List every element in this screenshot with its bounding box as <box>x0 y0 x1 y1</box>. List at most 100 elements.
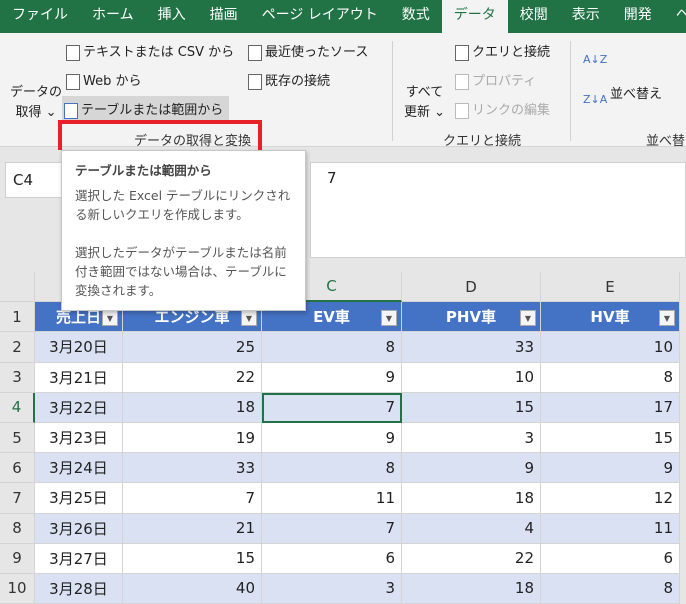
tab[interactable]: 描画 <box>198 0 250 33</box>
table-cell[interactable]: 15 <box>123 543 262 574</box>
recent-sources-button[interactable]: 最近使ったソース <box>248 41 368 61</box>
tab[interactable]: 数式 <box>390 0 442 33</box>
table-cell[interactable]: 15 <box>402 392 541 423</box>
tab[interactable]: 挿入 <box>146 0 198 33</box>
table-cell[interactable]: 3 <box>402 422 541 454</box>
row-header[interactable]: 4 <box>0 392 35 423</box>
filter-dropdown-icon[interactable]: ▼ <box>520 310 536 327</box>
text-csv-button[interactable]: テキストまたは CSV から <box>66 41 234 61</box>
table-cell[interactable]: 3月24日 <box>35 453 123 484</box>
tab[interactable]: ヘ <box>664 0 686 33</box>
sort-button[interactable]: 並べ替え <box>610 83 662 102</box>
table-cell[interactable]: 11 <box>541 513 680 544</box>
web-button[interactable]: Web から <box>66 70 141 90</box>
label: 取得 ⌄ <box>15 105 57 120</box>
table-cell[interactable]: 3月22日 <box>35 392 123 423</box>
table-cell[interactable]: 33 <box>123 453 262 484</box>
tab[interactable]: 表示 <box>560 0 612 33</box>
table-cell[interactable]: 3月21日 <box>35 362 123 393</box>
label: テーブルまたは範囲から <box>81 103 224 118</box>
clock-file-icon <box>248 44 262 61</box>
row-header[interactable]: 3 <box>0 362 35 393</box>
table-cell[interactable]: 3月28日 <box>35 573 123 604</box>
formula-input[interactable]: 7 <box>310 162 686 258</box>
row-header[interactable]: 9 <box>0 543 35 574</box>
tab[interactable]: ファイル <box>0 0 80 33</box>
table-cell[interactable]: 3月23日 <box>35 422 123 454</box>
table-cell[interactable]: 3月20日 <box>35 332 123 363</box>
table-cell[interactable]: 3月27日 <box>35 543 123 574</box>
table-cell[interactable]: 10 <box>541 332 680 363</box>
tooltip-title: テーブルまたは範囲から <box>75 163 212 178</box>
table-cell[interactable]: 3月26日 <box>35 513 123 544</box>
divider <box>570 41 571 141</box>
get-data-button[interactable]: データの 取得 ⌄ <box>10 83 62 123</box>
table-cell[interactable]: 11 <box>262 483 402 514</box>
group-label: 並べ替 <box>646 134 686 149</box>
queries-connections-button[interactable]: クエリと接続 <box>455 41 550 61</box>
sort-az-icon[interactable]: A↓Z <box>583 53 607 66</box>
table-cell[interactable]: 7 <box>123 483 262 514</box>
table-cell[interactable]: 7 <box>262 392 402 423</box>
table-cell[interactable]: 21 <box>123 513 262 544</box>
column-header[interactable]: D <box>402 272 541 303</box>
existing-connections-button[interactable]: 既存の接続 <box>248 70 330 90</box>
row-header[interactable]: 10 <box>0 573 35 604</box>
table-cell[interactable]: 10 <box>402 362 541 393</box>
select-all-corner[interactable] <box>0 272 35 303</box>
tab[interactable]: 開発 <box>612 0 664 33</box>
tab[interactable]: 校閲 <box>508 0 560 33</box>
row-header[interactable]: 5 <box>0 422 35 454</box>
table-range-button[interactable]: テーブルまたは範囲から <box>62 96 230 122</box>
table-cell[interactable]: 9 <box>262 362 402 393</box>
name-box[interactable]: C4 <box>5 162 65 198</box>
filter-dropdown-icon[interactable]: ▼ <box>102 310 118 327</box>
table-cell[interactable]: 8 <box>262 332 402 363</box>
refresh-all-button[interactable]: すべて 更新 ⌄ <box>404 83 445 123</box>
sort-za-icon[interactable]: Z↓A <box>583 93 607 106</box>
filter-dropdown-icon[interactable]: ▼ <box>381 310 397 327</box>
table-cell[interactable]: 4 <box>402 513 541 544</box>
table-cell[interactable]: 17 <box>541 392 680 423</box>
table-cell[interactable]: 33 <box>402 332 541 363</box>
row-header[interactable]: 1 <box>0 302 35 333</box>
table-cell[interactable]: 3 <box>262 573 402 604</box>
row-header[interactable]: 6 <box>0 453 35 484</box>
table-cell[interactable]: 9 <box>402 453 541 484</box>
table-cell[interactable]: 9 <box>541 453 680 484</box>
table-cell[interactable]: 6 <box>541 543 680 574</box>
table-cell[interactable]: 22 <box>123 362 262 393</box>
table-cell[interactable]: 22 <box>402 543 541 574</box>
table-header-cell[interactable]: PHV車 ▼ <box>402 302 541 333</box>
table-cell[interactable]: 12 <box>541 483 680 514</box>
table-cell[interactable]: 8 <box>262 453 402 484</box>
table-cell[interactable]: 18 <box>402 483 541 514</box>
tab[interactable]: ページ レイアウト <box>250 0 390 33</box>
table-cell[interactable]: 6 <box>262 543 402 574</box>
table-cell[interactable]: 18 <box>123 392 262 423</box>
table-row: 4 3月22日 18 7 15 17 <box>0 392 686 423</box>
table-cell[interactable]: 18 <box>402 573 541 604</box>
table-cell[interactable]: 8 <box>541 362 680 393</box>
table-header-cell[interactable]: HV車 ▼ <box>541 302 680 333</box>
table-cell[interactable]: 9 <box>262 422 402 454</box>
table-cell[interactable]: 40 <box>123 573 262 604</box>
table-cell[interactable]: 7 <box>262 513 402 544</box>
table-cell[interactable]: 15 <box>541 422 680 454</box>
table-cell[interactable]: 3月25日 <box>35 483 123 514</box>
filter-dropdown-icon[interactable]: ▼ <box>241 310 257 327</box>
row-header[interactable]: 2 <box>0 332 35 363</box>
column-header[interactable]: E <box>541 272 680 303</box>
label: 最近使ったソース <box>265 45 369 60</box>
properties-button[interactable]: プロパティ <box>455 70 536 90</box>
table-cell[interactable]: 19 <box>123 422 262 454</box>
table-cell[interactable]: 8 <box>541 573 680 604</box>
edit-links-button[interactable]: リンクの編集 <box>455 99 550 119</box>
row-header[interactable]: 7 <box>0 483 35 514</box>
tab[interactable]: ホーム <box>80 0 146 33</box>
label: リンクの編集 <box>472 103 551 118</box>
tab[interactable]: データ <box>441 0 508 33</box>
row-header[interactable]: 8 <box>0 513 35 544</box>
filter-dropdown-icon[interactable]: ▼ <box>659 310 675 327</box>
table-cell[interactable]: 25 <box>123 332 262 363</box>
